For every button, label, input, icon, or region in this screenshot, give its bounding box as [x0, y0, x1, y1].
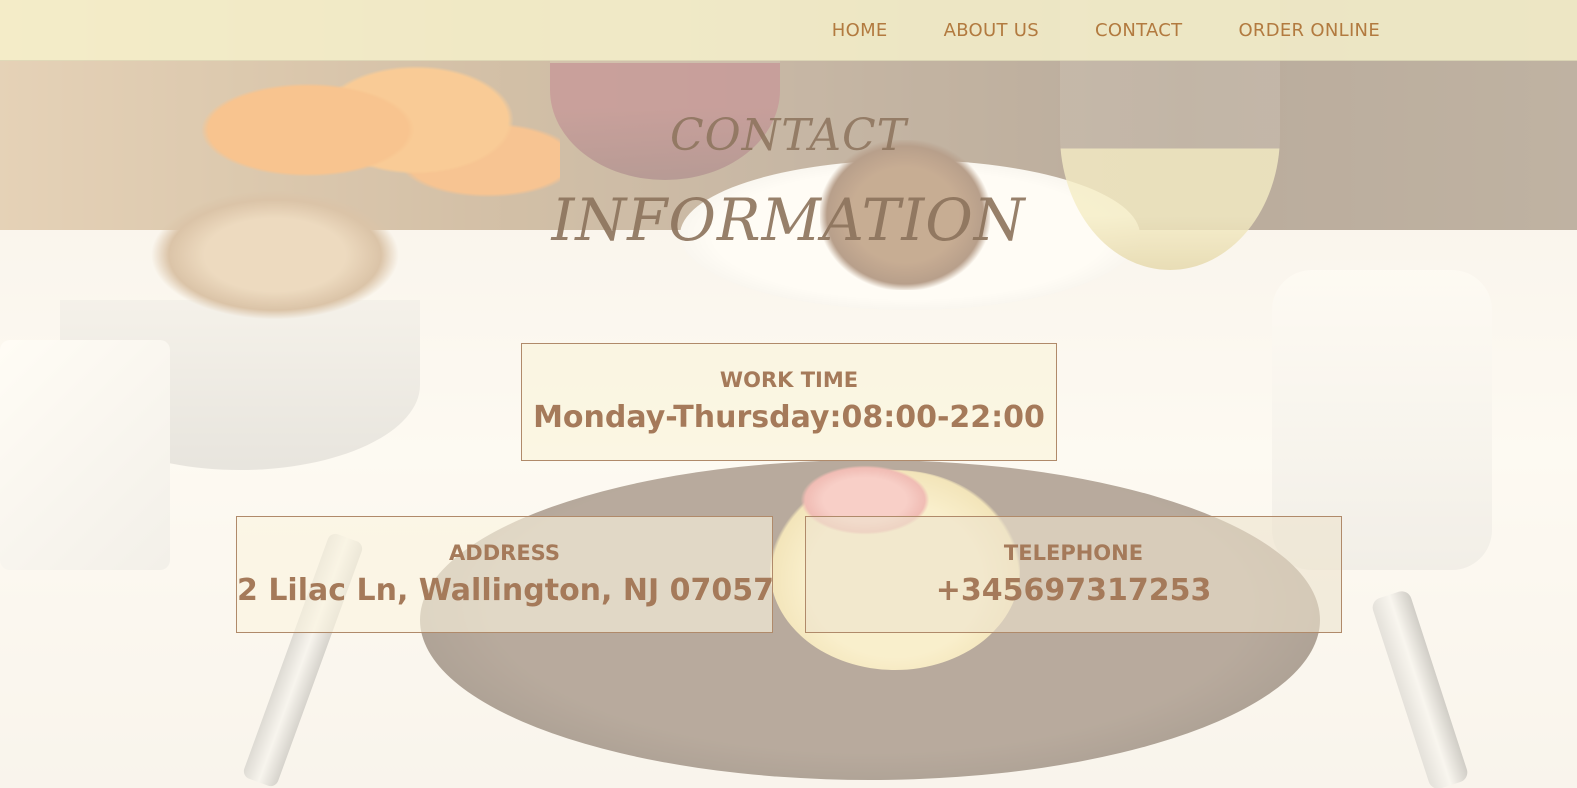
- top-navbar: HOME ABOUT US CONTACT ORDER ONLINE: [0, 0, 1577, 61]
- work-time-card: WORK TIME Monday-Thursday:08:00-22:00: [521, 343, 1057, 461]
- nav-about-us-link[interactable]: ABOUT US: [944, 20, 1039, 41]
- address-label: ADDRESS: [449, 541, 560, 565]
- page-title-line2: INFORMATION: [551, 186, 1026, 254]
- telephone-card: TELEPHONE +345697317253: [805, 516, 1342, 633]
- nav-contact-link[interactable]: CONTACT: [1095, 20, 1182, 41]
- telephone-value[interactable]: +345697317253: [806, 573, 1341, 608]
- main-nav: HOME ABOUT US CONTACT ORDER ONLINE: [776, 0, 1380, 60]
- nav-order-online-link[interactable]: ORDER ONLINE: [1238, 20, 1380, 41]
- page-title-line1: CONTACT: [670, 110, 907, 161]
- telephone-label: TELEPHONE: [1003, 541, 1144, 565]
- address-card: ADDRESS 2 Lilac Ln, Wallington, NJ 07057: [236, 516, 774, 633]
- work-time-label: WORK TIME: [719, 368, 859, 392]
- work-time-value: Monday-Thursday:08:00-22:00: [533, 400, 1045, 435]
- nav-home-link[interactable]: HOME: [832, 20, 888, 41]
- address-value: 2 Lilac Ln, Wallington, NJ 07057: [237, 573, 774, 608]
